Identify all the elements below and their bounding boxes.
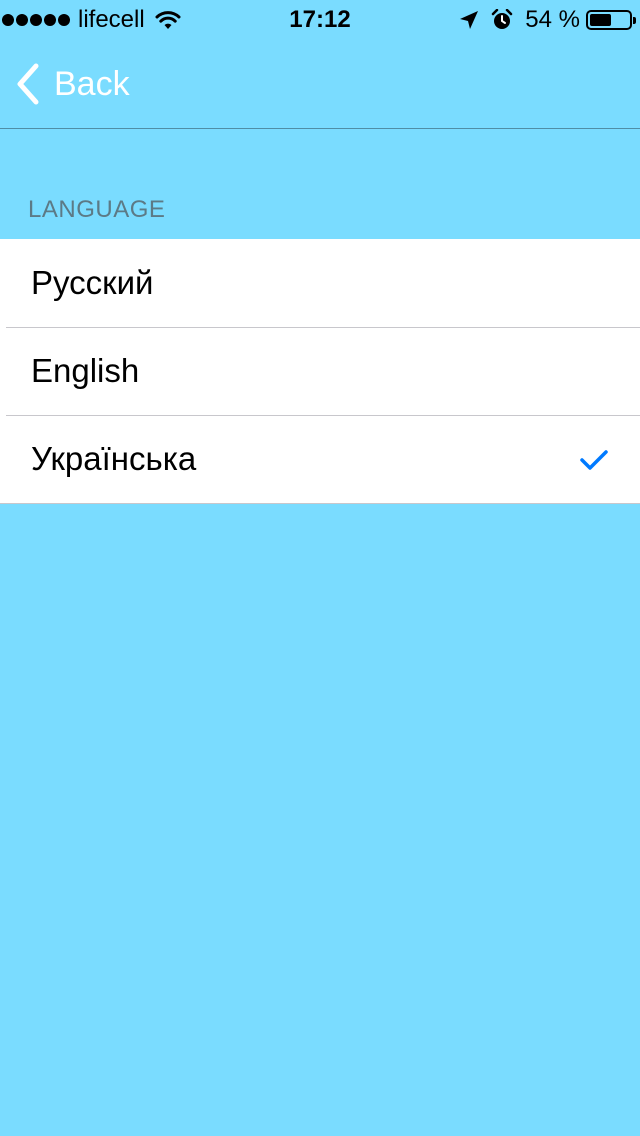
alarm-clock-icon — [492, 9, 513, 29]
language-option-label: Русский — [31, 264, 154, 301]
status-bar: lifecell 17:12 54 % — [0, 0, 640, 40]
language-option[interactable]: Русский — [0, 239, 640, 327]
checkmark-icon — [580, 450, 608, 470]
chevron-left-icon — [17, 63, 39, 105]
location-arrow-icon — [460, 11, 479, 29]
navigation-bar: Back — [0, 40, 640, 129]
language-option-label: Українська — [31, 440, 197, 477]
language-option-label: English — [31, 352, 140, 389]
status-right: 54 % — [459, 0, 636, 40]
language-option[interactable]: Українська — [0, 415, 640, 503]
battery-icon — [586, 10, 636, 30]
back-button-label: Back — [54, 64, 130, 103]
battery-percent: 54 % — [525, 6, 580, 33]
section-header-language: LANGUAGE — [28, 196, 166, 223]
back-button[interactable]: Back — [14, 40, 130, 128]
language-option[interactable]: English — [0, 327, 640, 415]
language-list: Русский English Українська — [0, 239, 640, 504]
battery-level-fill — [590, 14, 611, 26]
